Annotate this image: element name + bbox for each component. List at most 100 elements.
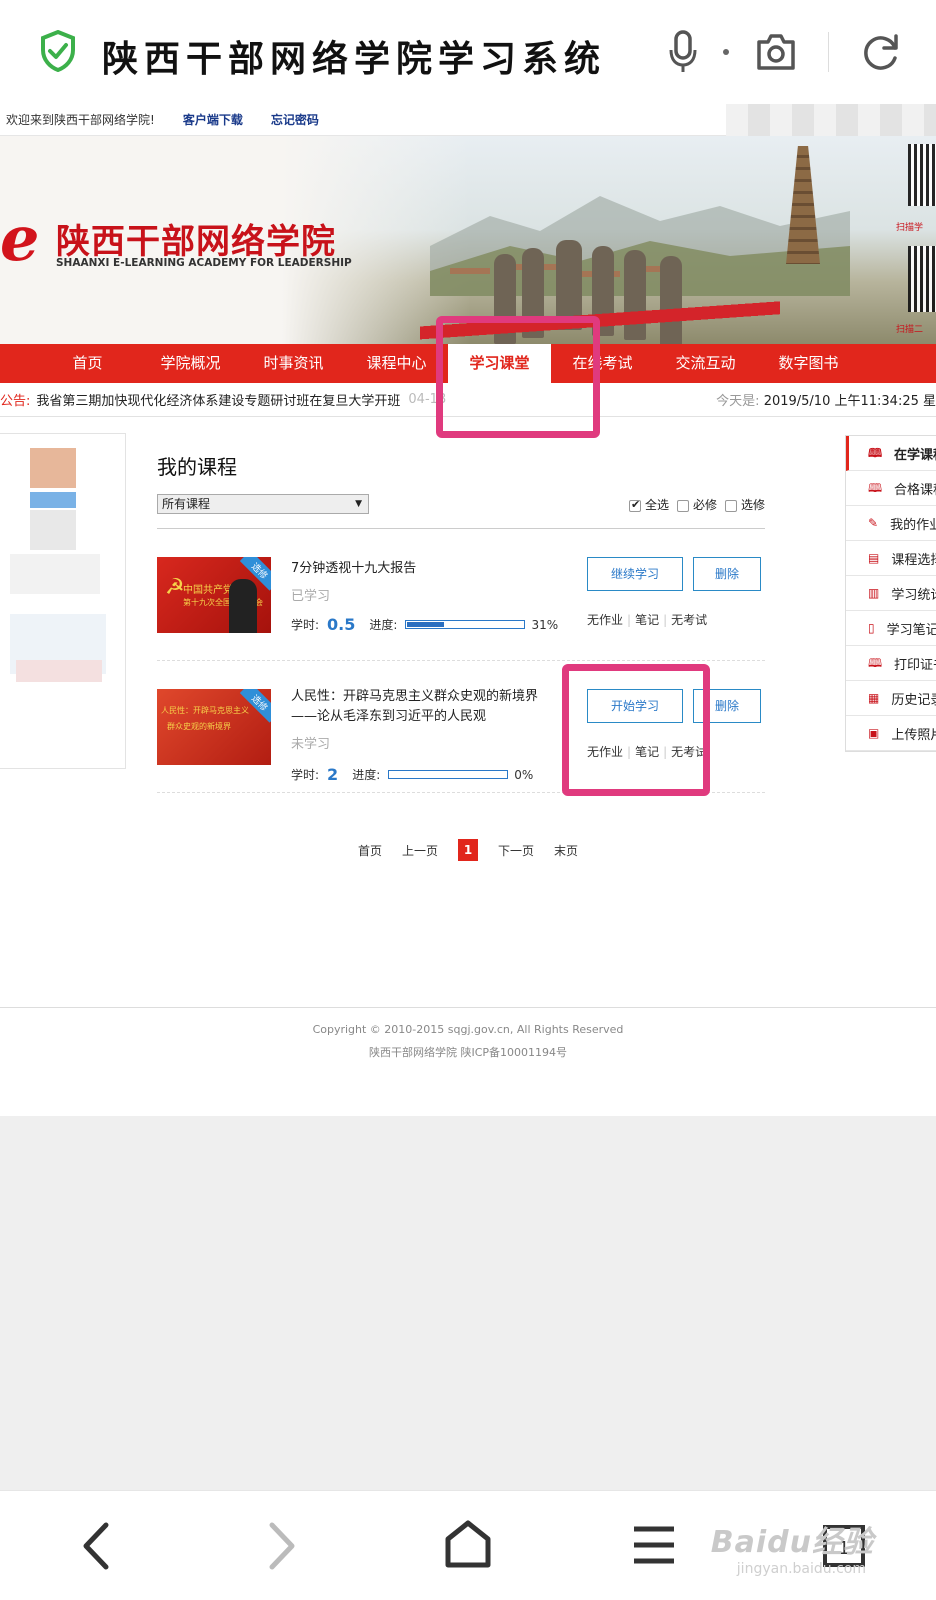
course-thumbnail[interactable]: 选修 ☭ 中国共产党 第十九次全国代表大会	[157, 557, 271, 633]
site-footer: Copyright © 2010-2015 sqgj.gov.cn, All R…	[0, 1007, 936, 1116]
today-label: 今天是:	[716, 394, 760, 409]
progress-bar	[388, 770, 509, 779]
nav-item-about[interactable]: 学院概况	[139, 344, 242, 383]
browser-page-title[interactable]: 陕西干部网络学院学习系统	[102, 30, 606, 82]
qr-code	[908, 144, 936, 206]
continue-study-button[interactable]: 继续学习	[587, 557, 683, 591]
site-banner: e 陕西干部网络学院 SHAANXI E-LEARNING ACADEMY FO…	[0, 136, 936, 344]
home-icon[interactable]	[444, 1519, 492, 1569]
annotation-highlight-nav	[436, 316, 600, 438]
course-item: 选修 ☭ 中国共产党 第十九次全国代表大会 7分钟透视十九大报告 已学习 学时:…	[157, 529, 765, 661]
progress-bar	[405, 620, 526, 629]
side-menu-item-homework[interactable]: ✎我的作业	[846, 506, 936, 541]
speaker-image	[229, 579, 257, 633]
toolbar-divider	[828, 32, 829, 72]
thumbnail-text: 人民性：开辟马克思主义	[161, 706, 249, 715]
checkbox-icon	[676, 499, 689, 512]
book-icon: 🕮	[868, 446, 883, 460]
side-menu-item-notes[interactable]: ▯ 学习笔记	[846, 611, 936, 646]
login-area-blurred	[726, 104, 936, 136]
side-menu-item-statistics[interactable]: ▥学习统计	[846, 576, 936, 611]
prev-page-link[interactable]: 上一页	[402, 842, 438, 859]
book-icon: 🕮	[868, 481, 883, 495]
icp-text: 陕西干部网络学院 陕ICP备10001194号	[368, 1046, 568, 1059]
client-download-link[interactable]: 客户端下载	[183, 111, 243, 128]
menu-icon[interactable]	[632, 1525, 676, 1565]
my-courses-heading: 我的课程	[157, 455, 237, 479]
calendar-icon: ▦	[868, 691, 880, 705]
notice-text[interactable]: 我省第三期加快现代化经济体系建设专题研讨班在复旦大学开班	[36, 390, 400, 409]
side-menu-item-print-certificate[interactable]: 🕮打印证书	[846, 646, 936, 681]
nav-item-digital-library[interactable]: 数字图书	[757, 344, 860, 383]
annotation-highlight-start-button	[562, 664, 710, 796]
site-logo-english: SHAANXI E-LEARNING ACADEMY FOR LEADERSHI…	[56, 257, 352, 269]
today-datetime: 今天是: 2019/5/10 上午11:34:25 星	[716, 390, 936, 409]
refresh-icon[interactable]	[862, 30, 902, 74]
camera-icon[interactable]	[756, 30, 796, 74]
qr-code	[908, 246, 936, 312]
select-all-checkbox[interactable]: 全选	[628, 496, 669, 513]
elective-checkbox[interactable]: 选修	[724, 496, 765, 513]
notebook-icon: ▯	[868, 621, 875, 635]
side-menu-item-current-courses[interactable]: 🕮在学课程	[846, 436, 936, 471]
delete-course-button[interactable]: 删除	[693, 557, 761, 591]
course-hours: 0.5	[327, 615, 356, 634]
homework-status: 无作业	[587, 613, 624, 627]
thumbnail-text: 群众史观的新境界	[167, 722, 231, 731]
course-filter-row: 所有课程 ▼ 全选 必修 选修	[157, 494, 765, 518]
microphone-icon[interactable]	[668, 30, 698, 74]
nav-item-course-center[interactable]: 课程中心	[345, 344, 448, 383]
baidu-watermark: Baidu经验	[710, 1525, 874, 1560]
notes-link[interactable]: 笔记	[635, 613, 659, 627]
course-links: 无作业 | 笔记 | 无考试	[587, 613, 708, 627]
required-checkbox[interactable]: 必修	[676, 496, 717, 513]
welcome-text: 欢迎来到陕西干部网络学院!	[6, 113, 155, 127]
course-check-filters: 全选 必修 选修	[628, 496, 765, 513]
progress-fill	[407, 622, 445, 627]
qr-label: 扫描二	[896, 325, 924, 335]
next-page-link[interactable]: 下一页	[498, 842, 534, 859]
user-profile-blurred	[0, 433, 126, 769]
forgot-password-link[interactable]: 忘记密码	[271, 111, 319, 128]
course-status: 已学习	[291, 589, 331, 604]
side-menu-item-upload-photo[interactable]: ▣上传照片	[846, 716, 936, 751]
course-status: 未学习	[291, 737, 331, 752]
site-logo-text: 陕西干部网络学院	[56, 222, 336, 262]
current-page[interactable]: 1	[458, 839, 479, 861]
checkbox-checked-icon	[628, 498, 641, 512]
browser-address-bar: 陕西干部网络学院学习系统	[0, 0, 936, 104]
book-icon: 🕮	[868, 656, 883, 670]
pagination: 首页 上一页 1 下一页 末页	[358, 839, 578, 861]
course-title[interactable]: 7分钟透视十九大报告	[291, 559, 551, 579]
nav-item-interaction[interactable]: 交流互动	[654, 344, 757, 383]
first-page-link[interactable]: 首页	[358, 842, 382, 859]
thumbnail-text: 中国共产党	[183, 585, 233, 596]
last-page-link[interactable]: 末页	[554, 842, 578, 859]
security-shield-icon	[41, 30, 75, 72]
qr-label: 扫描学	[896, 223, 924, 233]
course-thumbnail[interactable]: 选修 人民性：开辟马克思主义 群众史观的新境界	[157, 689, 271, 765]
forward-icon[interactable]	[262, 1521, 302, 1571]
progress-percent: 31%	[531, 617, 559, 632]
course-type-select[interactable]: 所有课程 ▼	[157, 494, 369, 514]
course-meta: 学时: 2 进度: 0%	[291, 765, 534, 784]
separator-dot	[723, 49, 729, 55]
pen-icon: ✎	[868, 516, 879, 530]
notice-label: 公告:	[0, 394, 31, 409]
nav-item-news[interactable]: 时事资讯	[242, 344, 345, 383]
side-menu-item-history[interactable]: ▦历史记录	[846, 681, 936, 716]
site-top-bar: 欢迎来到陕西干部网络学院! 客户端下载 忘记密码	[0, 104, 936, 136]
course-meta: 学时: 0.5 进度: 31%	[291, 615, 559, 634]
baidu-watermark-url: jingyan.baidu.com	[736, 1561, 866, 1577]
nav-item-home[interactable]: 首页	[36, 344, 139, 383]
site-logo-mark: e	[0, 202, 40, 275]
main-content: 我的课程 所有课程 ▼ 全选 必修 选修 选修 ☭ 中国共产党	[0, 417, 936, 987]
side-menu-item-passed-courses[interactable]: 🕮合格课程	[846, 471, 936, 506]
course-title[interactable]: 人民性：开辟马克思主义群众史观的新境界——论从毛泽东到习近平的人民观	[291, 687, 551, 727]
side-menu-item-course-select[interactable]: ▤课程选择	[846, 541, 936, 576]
course-hours: 2	[327, 765, 339, 784]
copyright-text: Copyright © 2010-2015 sqgj.gov.cn, All R…	[312, 1023, 624, 1036]
back-icon[interactable]	[76, 1521, 116, 1571]
web-page: 欢迎来到陕西干部网络学院! 客户端下载 忘记密码 e 陕西干部网络学院 SHAA…	[0, 104, 936, 1116]
browser-bottom-bar: 1 Baidu经验 jingyan.baidu.com	[0, 1490, 936, 1600]
